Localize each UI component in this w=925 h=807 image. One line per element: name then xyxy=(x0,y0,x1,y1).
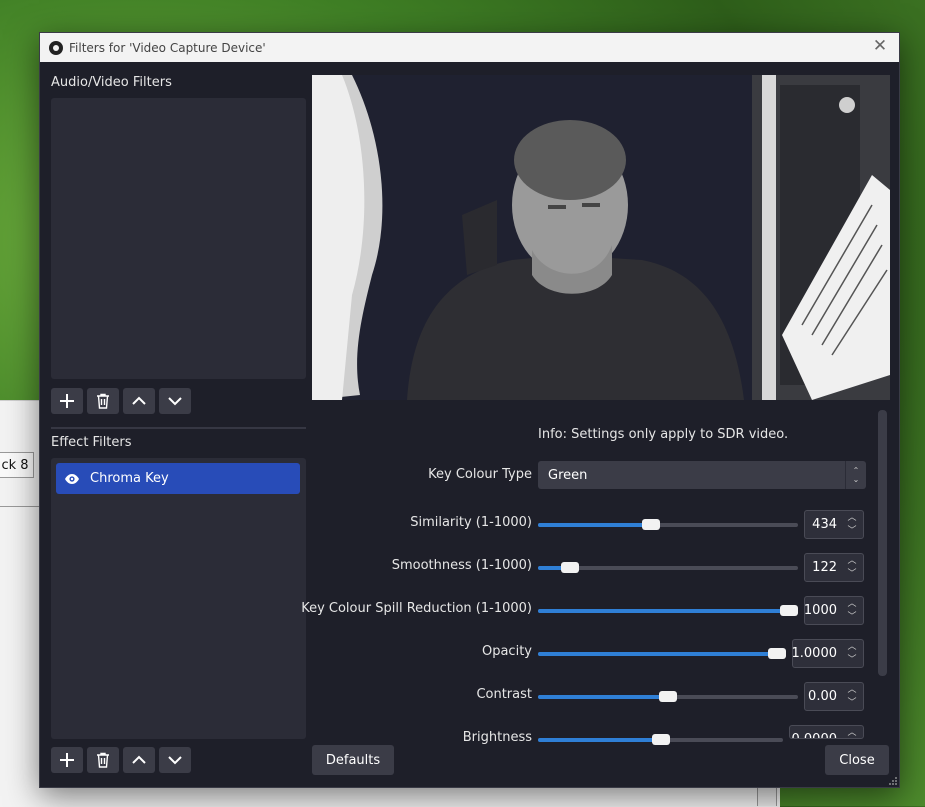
similarity-label: Similarity (1-1000) xyxy=(410,515,532,530)
effect-add-filter-button[interactable] xyxy=(51,747,83,773)
select-arrows-icon: ⌃ ⌄ xyxy=(845,461,866,489)
spill-reduction-spinbox[interactable]: 1000 ︿ ﹀ xyxy=(804,596,864,625)
opacity-slider[interactable] xyxy=(538,648,786,659)
effect-move-up-button[interactable] xyxy=(123,747,155,773)
spin-arrows-icon[interactable]: ︿﹀ xyxy=(844,513,860,537)
effect-filters-label: Effect Filters xyxy=(51,435,132,450)
trash-icon xyxy=(97,393,109,409)
brightness-spinbox[interactable]: 0.0000 ︿﹀ xyxy=(789,725,864,739)
brightness-slider[interactable] xyxy=(538,734,783,745)
spill-reduction-value: 1000 xyxy=(803,603,837,618)
smoothness-slider[interactable] xyxy=(538,562,798,573)
av-move-down-button[interactable] xyxy=(159,388,191,414)
av-add-filter-button[interactable] xyxy=(51,388,83,414)
similarity-spinbox[interactable]: 434 ︿ ﹀ xyxy=(804,510,864,539)
key-colour-type-select[interactable]: Green ⌃ ⌄ xyxy=(538,461,866,489)
av-move-up-button[interactable] xyxy=(123,388,155,414)
defaults-button[interactable]: Defaults xyxy=(312,745,394,775)
opacity-label: Opacity xyxy=(481,644,532,659)
chevron-down-icon xyxy=(168,756,182,765)
brightness-value: 0.0000 xyxy=(792,732,838,738)
smoothness-spinbox[interactable]: 122 ︿ ﹀ xyxy=(804,553,864,582)
smoothness-slider-handle[interactable] xyxy=(560,562,579,573)
title-close-button[interactable]: ✕ xyxy=(869,36,891,56)
spill-reduction-label: Key Colour Spill Reduction (1-1000) xyxy=(301,601,532,616)
contrast-spinbox[interactable]: 0.00 ︿ ﹀ xyxy=(804,682,864,711)
plus-icon xyxy=(60,394,74,408)
title-bar: Filters for 'Video Capture Device' ✕ xyxy=(40,33,899,62)
contrast-slider-handle[interactable] xyxy=(659,691,677,702)
spill-reduction-slider[interactable] xyxy=(538,605,798,616)
av-filters-label: Audio/Video Filters xyxy=(51,75,172,90)
key-colour-type-value: Green xyxy=(548,467,588,483)
chevron-up-icon xyxy=(132,755,146,764)
obs-logo-icon xyxy=(49,40,63,55)
effect-move-down-button[interactable] xyxy=(159,747,191,773)
brightness-slider-handle[interactable] xyxy=(651,734,670,745)
resize-grip-icon[interactable] xyxy=(889,777,897,785)
spin-arrows-icon[interactable]: ︿﹀ xyxy=(844,642,860,666)
video-preview-image xyxy=(312,75,890,400)
opacity-slider-fill xyxy=(538,652,786,656)
filters-dialog: Filters for 'Video Capture Device' ✕ Aud… xyxy=(39,32,900,788)
contrast-slider-fill xyxy=(538,695,668,699)
similarity-slider-fill xyxy=(538,523,651,527)
similarity-value: 434 xyxy=(812,517,837,532)
dialog-title: Filters for 'Video Capture Device' xyxy=(69,40,266,55)
spin-arrows-icon[interactable]: ︿﹀ xyxy=(844,556,860,580)
spin-arrows-icon[interactable]: ︿﹀ xyxy=(844,599,860,623)
key-colour-type-label: Key Colour Type xyxy=(428,467,532,482)
spin-arrows-icon[interactable]: ︿﹀ xyxy=(844,685,860,709)
opacity-slider-handle[interactable] xyxy=(768,648,786,659)
background-tab: ck 8 xyxy=(0,452,34,478)
similarity-slider-handle[interactable] xyxy=(641,519,660,530)
contrast-label: Contrast xyxy=(476,687,532,702)
contrast-value: 0.00 xyxy=(808,689,837,704)
av-filters-list[interactable] xyxy=(51,98,306,379)
opacity-spinbox[interactable]: 1.0000 ︿ ﹀ xyxy=(792,639,864,668)
filter-item-label: Chroma Key xyxy=(90,471,169,486)
background-tab-label: ck 8 xyxy=(1,457,29,473)
video-preview xyxy=(312,75,890,400)
effect-filters-list[interactable] xyxy=(51,458,306,739)
av-remove-filter-button[interactable] xyxy=(87,388,119,414)
brightness-slider-fill xyxy=(538,738,661,742)
spin-arrows-icon[interactable]: ︿﹀ xyxy=(844,728,860,738)
effect-remove-filter-button[interactable] xyxy=(87,747,119,773)
spill-reduction-slider-handle[interactable] xyxy=(780,605,798,616)
settings-scrollbar[interactable] xyxy=(878,410,887,676)
filter-item-chroma-key[interactable]: Chroma Key xyxy=(56,463,300,494)
smoothness-label: Smoothness (1-1000) xyxy=(391,558,532,573)
close-button[interactable]: Close xyxy=(825,745,889,775)
chevron-down-icon xyxy=(168,397,182,406)
background-divider xyxy=(0,506,40,507)
plus-icon xyxy=(60,753,74,767)
eye-icon[interactable] xyxy=(64,471,80,487)
contrast-slider[interactable] xyxy=(538,691,798,702)
sdr-info-text: Info: Settings only apply to SDR video. xyxy=(538,427,789,442)
smoothness-value: 122 xyxy=(812,560,837,575)
opacity-value: 1.0000 xyxy=(791,646,838,661)
spill-reduction-slider-fill xyxy=(538,609,798,613)
chevron-up-icon xyxy=(132,396,146,405)
background-scrollbar xyxy=(757,786,777,806)
brightness-label: Brightness xyxy=(462,730,532,745)
similarity-slider[interactable] xyxy=(538,519,798,530)
panel-divider[interactable] xyxy=(51,427,306,429)
trash-icon xyxy=(97,752,109,768)
